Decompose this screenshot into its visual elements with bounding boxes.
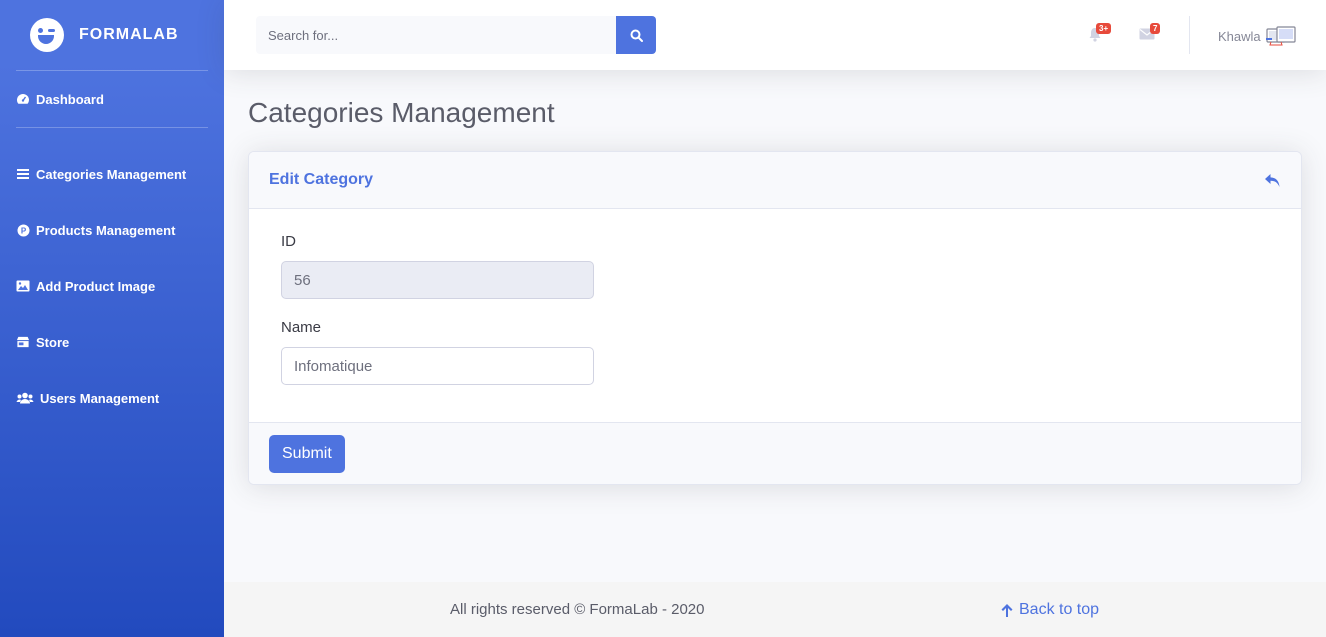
product-p-icon: P [16,223,30,237]
topbar-divider [1189,16,1190,54]
messages-badge: 7 [1150,23,1161,34]
search-button[interactable] [616,16,656,54]
search-input[interactable] [256,16,616,54]
back-to-top-label: Back to top [1019,601,1100,618]
back-to-top-link[interactable]: Back to top [1000,601,1099,619]
list-icon [16,167,30,181]
sidebar-item-label: Products Management [36,222,176,238]
name-label: Name [281,319,322,336]
store-icon [16,335,30,349]
card-header: Edit Category [249,152,1301,209]
alerts-dropdown[interactable]: 3+ [1088,23,1112,47]
edit-category-card: Edit Category ID 56 Name Infomatique Sub… [248,151,1302,485]
sidebar-item-label: Categories Management [36,166,187,182]
tachometer-icon [16,92,30,106]
sidebar-item-add-product-image[interactable]: Add Product Image [0,258,224,314]
sidebar-item-dashboard[interactable]: Dashboard [0,71,224,127]
brand[interactable]: FORMALAB [0,0,224,70]
search-form [256,16,656,54]
reply-icon [1265,173,1280,187]
user-avatar-icon [1266,26,1296,46]
page-title: Categories Management [248,97,555,128]
back-button[interactable] [1264,173,1281,188]
card-body: ID 56 Name Infomatique [249,209,1301,422]
submit-button[interactable]: Submit [269,435,345,473]
topbar: 3+ 7 Khawla [224,0,1326,70]
user-name[interactable]: Khawla [1218,29,1261,44]
footer: All rights reserved © FormaLab - 2020 Ba… [224,582,1326,637]
messages-dropdown[interactable]: 7 [1139,23,1161,45]
svg-text:P: P [20,226,26,235]
sidebar-item-store[interactable]: Store [0,314,224,370]
arrow-up-icon [1001,603,1013,617]
laugh-wink-icon [30,18,64,52]
sidebar-item-label: Dashboard [36,91,104,107]
name-field[interactable]: Infomatique [281,347,594,385]
avatar[interactable] [1266,24,1296,46]
id-field: 56 [281,261,594,299]
sidebar: FORMALAB Dashboard Categories Management… [0,0,224,637]
alerts-badge: 3+ [1096,23,1112,34]
users-icon [16,391,34,405]
card-title: Edit Category [269,171,374,188]
search-icon [630,29,643,42]
sidebar-item-label: Users Management [40,390,160,406]
card-footer: Submit [249,422,1301,484]
id-label: ID [281,233,296,250]
sidebar-item-users[interactable]: Users Management [0,370,224,426]
sidebar-item-products[interactable]: P Products Management [0,202,224,258]
sidebar-item-label: Add Product Image [36,278,156,294]
sidebar-item-label: Store [36,334,70,350]
copyright-text: All rights reserved © FormaLab - 2020 [450,601,705,618]
brand-name: FORMALAB [79,26,179,43]
image-icon [16,279,30,293]
sidebar-item-categories[interactable]: Categories Management [0,146,224,202]
